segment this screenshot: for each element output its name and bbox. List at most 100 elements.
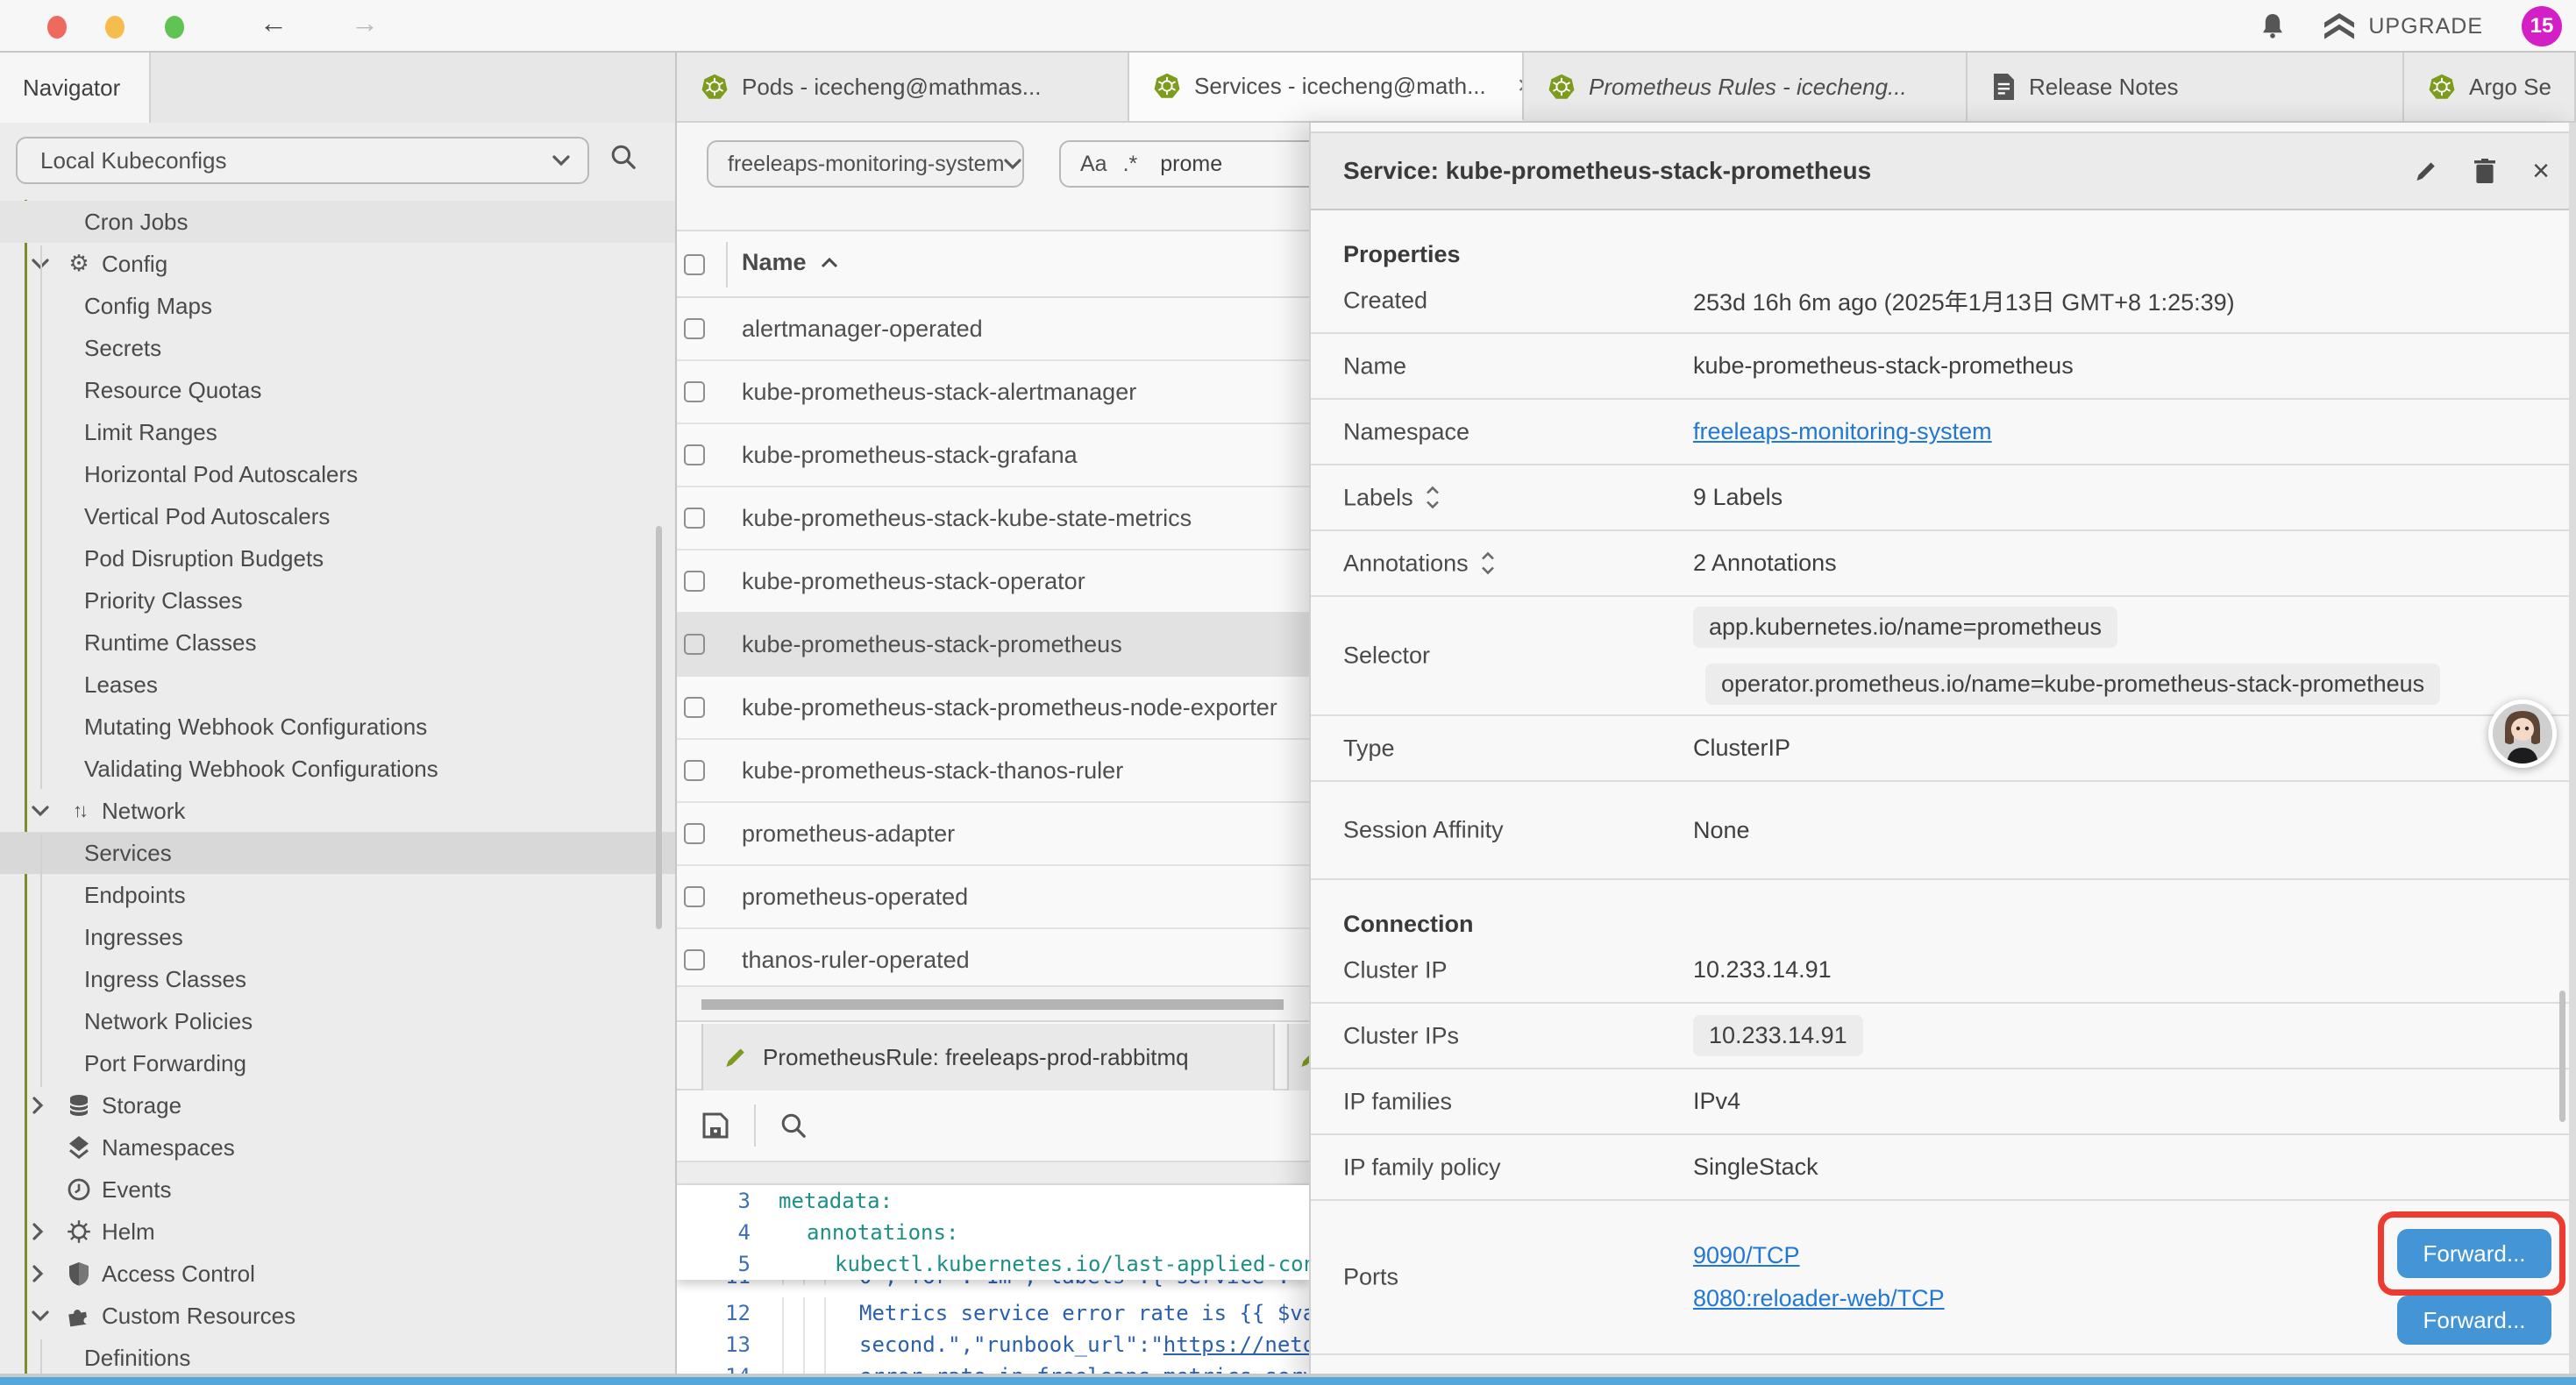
user-avatar[interactable]	[2488, 700, 2557, 768]
table-row[interactable]: prometheus-operated	[677, 866, 1309, 929]
table-row[interactable]: kube-prometheus-stack-prometheus	[677, 614, 1309, 677]
sidebar-item-vertical-pod-autoscalers[interactable]: Vertical Pod Autoscalers	[0, 495, 677, 537]
sidebar-item-storage[interactable]: Storage	[0, 1084, 677, 1126]
column-header-name[interactable]: Name	[742, 249, 838, 276]
sidebar-item-ingress-classes[interactable]: Ingress Classes	[0, 958, 677, 1000]
row-checkbox[interactable]	[684, 381, 705, 402]
chevron-down-icon[interactable]	[32, 805, 49, 817]
row-checkbox[interactable]	[684, 318, 705, 339]
row-checkbox[interactable]	[684, 508, 705, 529]
sidebar-item-namespaces[interactable]: Namespaces	[0, 1126, 677, 1168]
chevron-down-icon[interactable]	[32, 1310, 49, 1322]
row-checkbox[interactable]	[684, 444, 705, 465]
sidebar-item-pod-disruption-budgets[interactable]: Pod Disruption Budgets	[0, 537, 677, 579]
editor-search-icon[interactable]	[780, 1112, 807, 1139]
upgrade-button[interactable]: UPGRADE	[2324, 13, 2483, 39]
sidebar-item-services[interactable]: Services	[0, 832, 677, 874]
sidebar-item-ingresses[interactable]: Ingresses	[0, 916, 677, 958]
row-checkbox[interactable]	[684, 949, 705, 970]
chevron-right-icon[interactable]	[32, 1097, 49, 1114]
doc-tab-4[interactable]: Argo Se	[2404, 53, 2576, 121]
sidebar-item-network-policies[interactable]: Network Policies	[0, 1000, 677, 1042]
code-link[interactable]: https://netops	[1163, 1332, 1309, 1357]
row-checkbox[interactable]	[684, 571, 705, 592]
doc-tab-2[interactable]: Prometheus Rules - icecheng...	[1524, 53, 1968, 121]
sidebar-item-endpoints[interactable]: Endpoints	[0, 874, 677, 916]
value-link[interactable]: 9090/TCP	[1693, 1242, 1800, 1269]
sidebar-item-priority-classes[interactable]: Priority Classes	[0, 579, 677, 621]
sidebar-item-horizontal-pod-autoscalers[interactable]: Horizontal Pod Autoscalers	[0, 453, 677, 495]
row-checkbox[interactable]	[684, 634, 705, 655]
maximize-window-button[interactable]	[165, 16, 184, 39]
minimize-window-button[interactable]	[105, 16, 125, 39]
doc-tab-label: Prometheus Rules - icecheng...	[1589, 74, 1907, 101]
sidebar-item-mutating-webhook-configurations[interactable]: Mutating Webhook Configurations	[0, 706, 677, 748]
save-icon[interactable]	[701, 1112, 729, 1140]
sidebar-scrollbar[interactable]	[656, 526, 662, 929]
forward-button[interactable]: Forward...	[2397, 1296, 2551, 1345]
sidebar-item-runtime-classes[interactable]: Runtime Classes	[0, 621, 677, 664]
table-row[interactable]: alertmanager-operated	[677, 298, 1309, 361]
editor-tab-partial[interactable]	[1287, 1024, 1309, 1090]
sidebar-item-config[interactable]: ⚙Config	[0, 243, 677, 285]
horizontal-scrollbar[interactable]	[677, 985, 1309, 1022]
value-link[interactable]: freeleaps-monitoring-system	[1693, 418, 1992, 445]
sort-toggle-icon[interactable]	[1426, 487, 1440, 509]
row-checkbox[interactable]	[684, 760, 705, 781]
back-arrow-icon[interactable]: ←	[260, 7, 288, 39]
table-row[interactable]: kube-prometheus-stack-alertmanager	[677, 361, 1309, 424]
sidebar-item-definitions[interactable]: Definitions	[0, 1337, 677, 1379]
sort-toggle-icon[interactable]	[1481, 552, 1495, 575]
sidebar-item-leases[interactable]: Leases	[0, 664, 677, 706]
select-all-checkbox[interactable]	[684, 254, 705, 275]
close-window-button[interactable]	[47, 16, 67, 39]
row-checkbox[interactable]	[684, 697, 705, 718]
yaml-editor[interactable]: 3metadata:4annotations:5kubectl.kubernet…	[677, 1185, 1309, 1385]
row-checkbox[interactable]	[684, 823, 705, 844]
forward-arrow-icon[interactable]: →	[351, 7, 379, 39]
notification-count-badge[interactable]: 15	[2522, 6, 2562, 46]
table-row[interactable]: thanos-ruler-operated	[677, 929, 1309, 992]
editor-minimap-strip[interactable]	[677, 1161, 1309, 1185]
sidebar-item-events[interactable]: Events	[0, 1168, 677, 1211]
table-search-input[interactable]: Aa .* prome	[1059, 140, 1309, 188]
sidebar-item-helm[interactable]: Helm	[0, 1211, 677, 1253]
namespace-select[interactable]: freeleaps-monitoring-system	[707, 140, 1024, 188]
doc-tab-0[interactable]: Pods - icecheng@mathmas...	[677, 53, 1129, 121]
sidebar-item-secrets[interactable]: Secrets	[0, 327, 677, 369]
doc-tab-1[interactable]: Services - icecheng@math...×	[1129, 53, 1524, 121]
table-row[interactable]: kube-prometheus-stack-thanos-ruler	[677, 740, 1309, 803]
table-row[interactable]: kube-prometheus-stack-grafana	[677, 424, 1309, 487]
edit-pencil-icon[interactable]	[2415, 160, 2437, 182]
chevron-right-icon[interactable]	[32, 1223, 49, 1240]
table-row[interactable]: kube-prometheus-stack-prometheus-node-ex…	[677, 677, 1309, 740]
table-row[interactable]: kube-prometheus-stack-operator	[677, 550, 1309, 614]
row-checkbox[interactable]	[684, 886, 705, 907]
sidebar-item-custom-resources[interactable]: Custom Resources	[0, 1295, 677, 1337]
close-drawer-icon[interactable]: ×	[2532, 154, 2550, 188]
sidebar-item-validating-webhook-configurations[interactable]: Validating Webhook Configurations	[0, 748, 677, 790]
sidebar-item-cron-jobs[interactable]: Cron Jobs	[0, 201, 677, 243]
sidebar-item-resource-quotas[interactable]: Resource Quotas	[0, 369, 677, 411]
search-icon[interactable]	[610, 144, 637, 170]
chevron-right-icon[interactable]	[32, 1265, 49, 1282]
sidebar-item-access-control[interactable]: Access Control	[0, 1253, 677, 1295]
sidebar-item-limit-ranges[interactable]: Limit Ranges	[0, 411, 677, 453]
table-row[interactable]: prometheus-adapter	[677, 803, 1309, 866]
doc-tab-3[interactable]: Release Notes	[1968, 53, 2404, 121]
sidebar-item-network[interactable]: ↑↓Network	[0, 790, 677, 832]
sidebar-item-port-forwarding[interactable]: Port Forwarding	[0, 1042, 677, 1084]
regex-toggle[interactable]: .*	[1123, 152, 1138, 177]
editor-tab-prometheusrule[interactable]: PrometheusRule: freeleaps-prod-rabbitmq	[701, 1024, 1275, 1090]
bell-icon[interactable]	[2259, 12, 2286, 40]
sidebar-item-config-maps[interactable]: Config Maps	[0, 285, 677, 327]
table-row[interactable]: kube-prometheus-stack-kube-state-metrics	[677, 487, 1309, 550]
kubeconfig-select[interactable]: Local Kubeconfigs	[16, 137, 589, 184]
value-link[interactable]: 8080:reloader-web/TCP	[1693, 1285, 1945, 1312]
delete-trash-icon[interactable]	[2474, 159, 2495, 183]
close-tab-icon[interactable]: ×	[1518, 71, 1524, 101]
drawer-scrollbar[interactable]	[2559, 991, 2565, 1122]
match-case-toggle[interactable]: Aa	[1080, 152, 1107, 177]
tab-navigator[interactable]: Navigator	[0, 53, 151, 123]
scrollbar-thumb[interactable]	[701, 999, 1284, 1010]
